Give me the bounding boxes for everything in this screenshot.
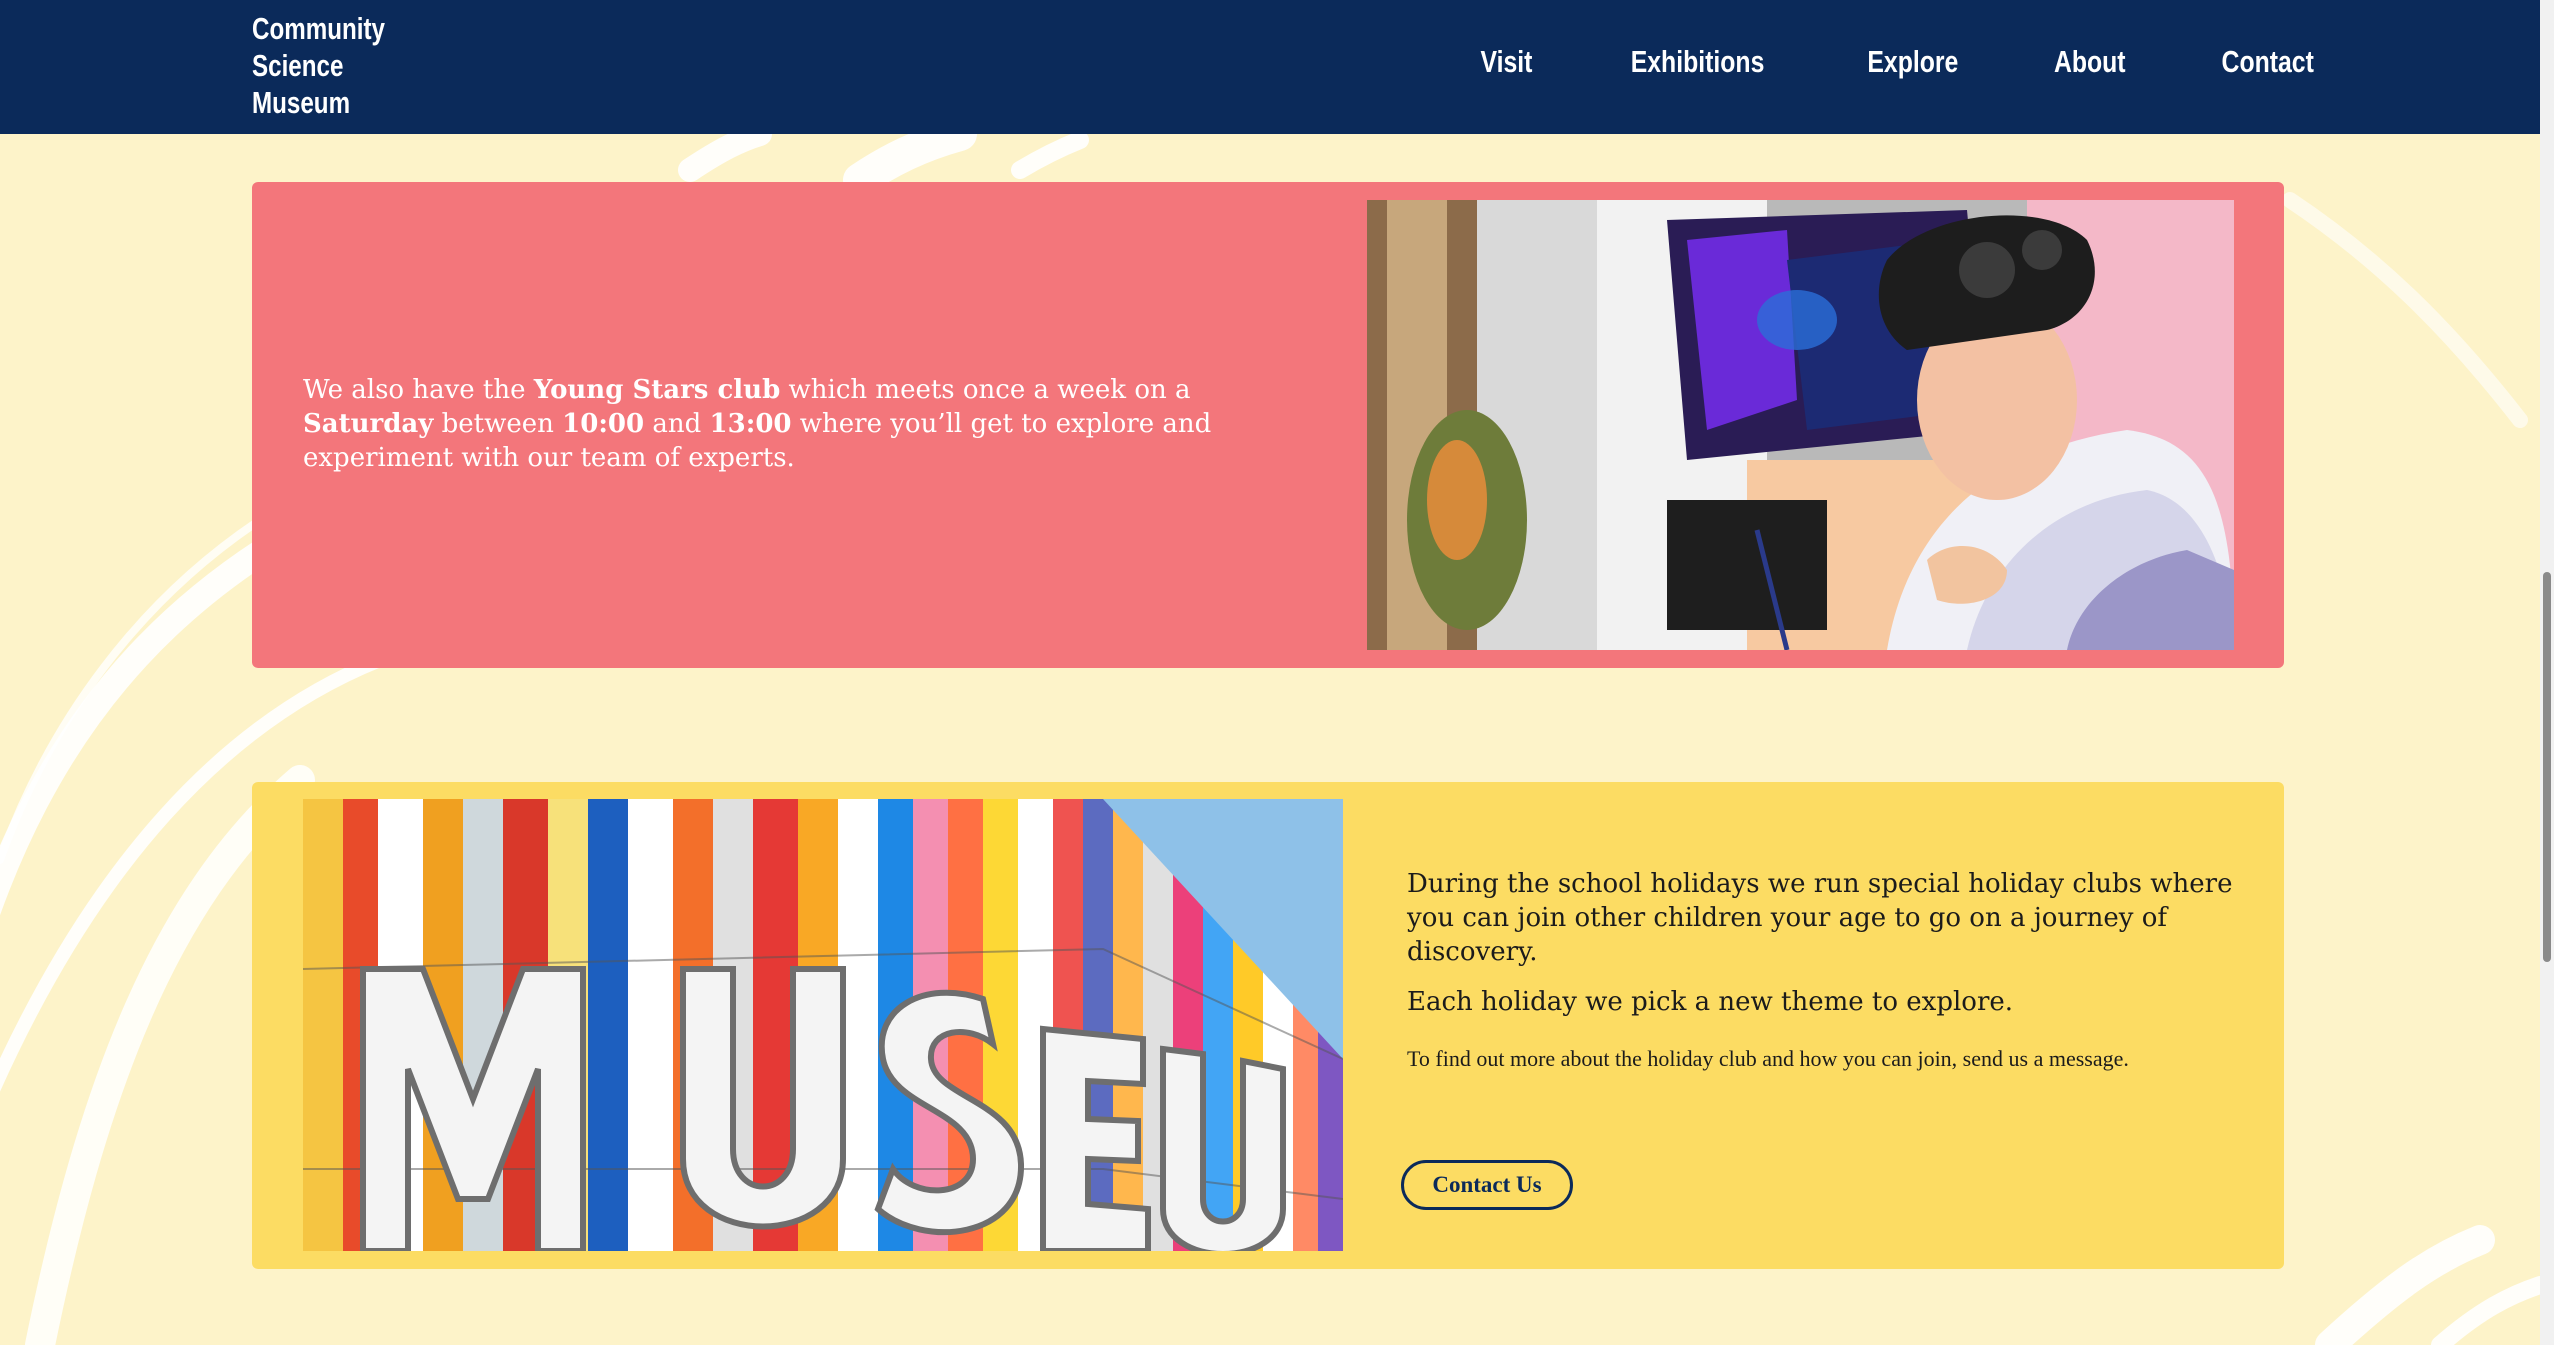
meeting-day: Saturday	[303, 409, 434, 439]
vr-painting-illustration	[1367, 200, 2234, 650]
young-stars-card: We also have the Young Stars club which …	[252, 182, 2284, 668]
logo-line-3: Museum	[252, 85, 351, 120]
text-segment: between	[433, 409, 563, 439]
nav-link-visit[interactable]: Visit	[1481, 44, 1533, 80]
holiday-club-card: During the school holidays we run specia…	[252, 782, 2284, 1269]
nav-link-contact[interactable]: Contact	[2221, 44, 2313, 80]
main-nav: Visit Exhibitions Explore About Contact	[1474, 44, 2325, 80]
holiday-theme-text: Each holiday we pick a new theme to expl…	[1407, 987, 2014, 1017]
vr-painting-photo	[1367, 200, 2234, 650]
site-logo[interactable]: Community Science Museum	[252, 10, 385, 121]
end-time: 13:00	[709, 409, 792, 439]
logo-line-2: Science	[252, 48, 344, 83]
scrollbar-thumb[interactable]	[2543, 572, 2551, 962]
nav-link-exhibitions[interactable]: Exhibitions	[1631, 44, 1765, 80]
logo-line-1: Community	[252, 11, 385, 46]
holiday-club-intro: During the school holidays we run specia…	[1407, 869, 2233, 967]
text-segment: which meets once a week on a	[780, 375, 1191, 405]
vertical-scrollbar[interactable]	[2540, 0, 2554, 1345]
contact-us-button[interactable]: Contact Us	[1401, 1160, 1573, 1210]
nav-link-about[interactable]: About	[2054, 44, 2126, 80]
nav-link-explore[interactable]: Explore	[1868, 44, 1959, 80]
young-stars-description: We also have the Young Stars club which …	[303, 373, 1283, 475]
start-time: 10:00	[562, 409, 645, 439]
site-header: Community Science Museum Visit Exhibitio…	[0, 0, 2540, 134]
text-segment: We also have the	[303, 375, 534, 405]
holiday-contact-prompt: To find out more about the holiday club …	[1407, 1046, 2129, 1071]
museum-facade-photo	[303, 799, 1343, 1251]
club-name: Young Stars club	[533, 375, 781, 405]
museum-facade-illustration	[303, 799, 1343, 1251]
text-segment: and	[644, 409, 710, 439]
